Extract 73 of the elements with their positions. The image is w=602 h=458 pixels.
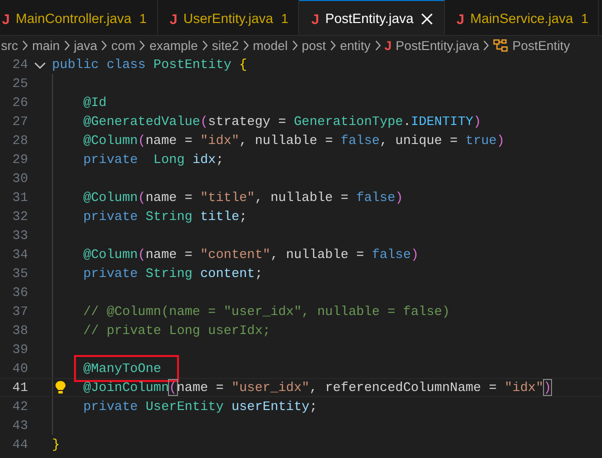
breadcrumb-item[interactable]: post xyxy=(302,38,326,53)
line-number: 29 xyxy=(11,151,28,169)
line-number: 30 xyxy=(11,170,28,188)
java-file-icon: J xyxy=(2,10,10,26)
chevron-right-icon xyxy=(62,39,72,52)
code-line: private UserEntity userEntity; xyxy=(83,399,318,414)
line-number: 25 xyxy=(11,75,28,93)
chevron-right-icon xyxy=(290,39,300,52)
chevron-right-icon xyxy=(20,39,30,52)
code-line: private String title; xyxy=(83,209,248,224)
code-line: @Column(name = "content", nullable = false) xyxy=(83,247,419,262)
code-line: @Id xyxy=(83,95,107,110)
line-number: 38 xyxy=(11,322,28,340)
breadcrumb-item[interactable]: main xyxy=(32,38,60,53)
line-number: 24 xyxy=(11,56,28,74)
line-number: 32 xyxy=(11,208,28,226)
class-symbol-icon xyxy=(493,38,508,53)
breadcrumb-item[interactable]: example xyxy=(149,38,198,53)
code-line: // private Long userIdx; xyxy=(83,323,270,338)
breadcrumb-item[interactable]: PostEntity xyxy=(512,38,570,53)
java-file-icon: J xyxy=(311,10,320,26)
line-number: 41 xyxy=(11,379,28,396)
line-number: 39 xyxy=(11,341,28,359)
line-number: 28 xyxy=(11,132,28,150)
chevron-right-icon xyxy=(328,39,338,52)
chevron-right-icon xyxy=(137,39,148,52)
line-number: 27 xyxy=(11,113,28,131)
problem-count: 1 xyxy=(581,11,588,26)
problem-count: 1 xyxy=(139,11,147,26)
breadcrumb-item[interactable]: site2 xyxy=(212,38,239,53)
chevron-right-icon xyxy=(372,39,383,52)
tab-label: MainController.java xyxy=(16,11,132,26)
line-number: 44 xyxy=(11,436,28,454)
chevron-right-icon xyxy=(200,39,210,52)
line-number: 43 xyxy=(11,417,28,435)
code-line: @Column(name = "title", nullable = false) xyxy=(83,190,404,205)
java-file-icon: J xyxy=(456,10,464,26)
code-line: public class PostEntity { xyxy=(52,57,248,72)
chevron-right-icon xyxy=(481,39,492,52)
tab-label: PostEntity.java xyxy=(325,11,414,26)
breadcrumb-item[interactable]: java xyxy=(74,38,98,53)
editor-tab[interactable]: J PostEntity.java xyxy=(299,0,444,35)
code-line: @JoinColumn(name = "user_idx", referencedColumnName = "idx") xyxy=(83,380,552,395)
tab-label: UserEntity.java xyxy=(183,11,274,26)
line-number: 26 xyxy=(11,94,28,112)
java-file-icon: J xyxy=(384,38,392,53)
code-line: } xyxy=(52,437,60,452)
highlighted-code: @ManyToOne xyxy=(74,355,180,382)
chevron-right-icon xyxy=(99,39,110,52)
line-number: 33 xyxy=(11,227,28,245)
breadcrumb-item[interactable]: com xyxy=(111,38,136,53)
code-line: private Long idx; xyxy=(83,152,224,167)
code-line: @Column(name = "idx", nullable = false, unique = true) xyxy=(83,133,505,148)
tab-label: MainService.java xyxy=(470,11,574,26)
java-file-icon: J xyxy=(170,10,178,26)
code-line: @GeneratedValue(strategy = GenerationType.IDENTITY) xyxy=(83,114,482,129)
lightbulb-icon[interactable] xyxy=(54,380,67,395)
line-number: 36 xyxy=(11,284,28,302)
breadcrumb-item[interactable]: model xyxy=(252,38,288,53)
line-number: 35 xyxy=(11,265,28,283)
code-line: // @Column(name = "user_idx", nullable = false) xyxy=(83,304,450,319)
breadcrumb-item[interactable]: src xyxy=(1,38,18,53)
code-line: private String content; xyxy=(83,266,263,281)
line-number: 42 xyxy=(11,398,28,416)
line-number: 34 xyxy=(11,246,28,264)
close-icon[interactable] xyxy=(420,12,434,26)
breadcrumb-item[interactable]: PostEntity.java xyxy=(396,38,480,53)
line-number: 31 xyxy=(11,189,28,207)
chevron-right-icon xyxy=(240,39,251,52)
breadcrumb-item[interactable]: entity xyxy=(340,38,371,53)
problem-count: 1 xyxy=(281,11,288,26)
line-number: 37 xyxy=(11,303,28,321)
line-number: 40 xyxy=(11,360,28,378)
